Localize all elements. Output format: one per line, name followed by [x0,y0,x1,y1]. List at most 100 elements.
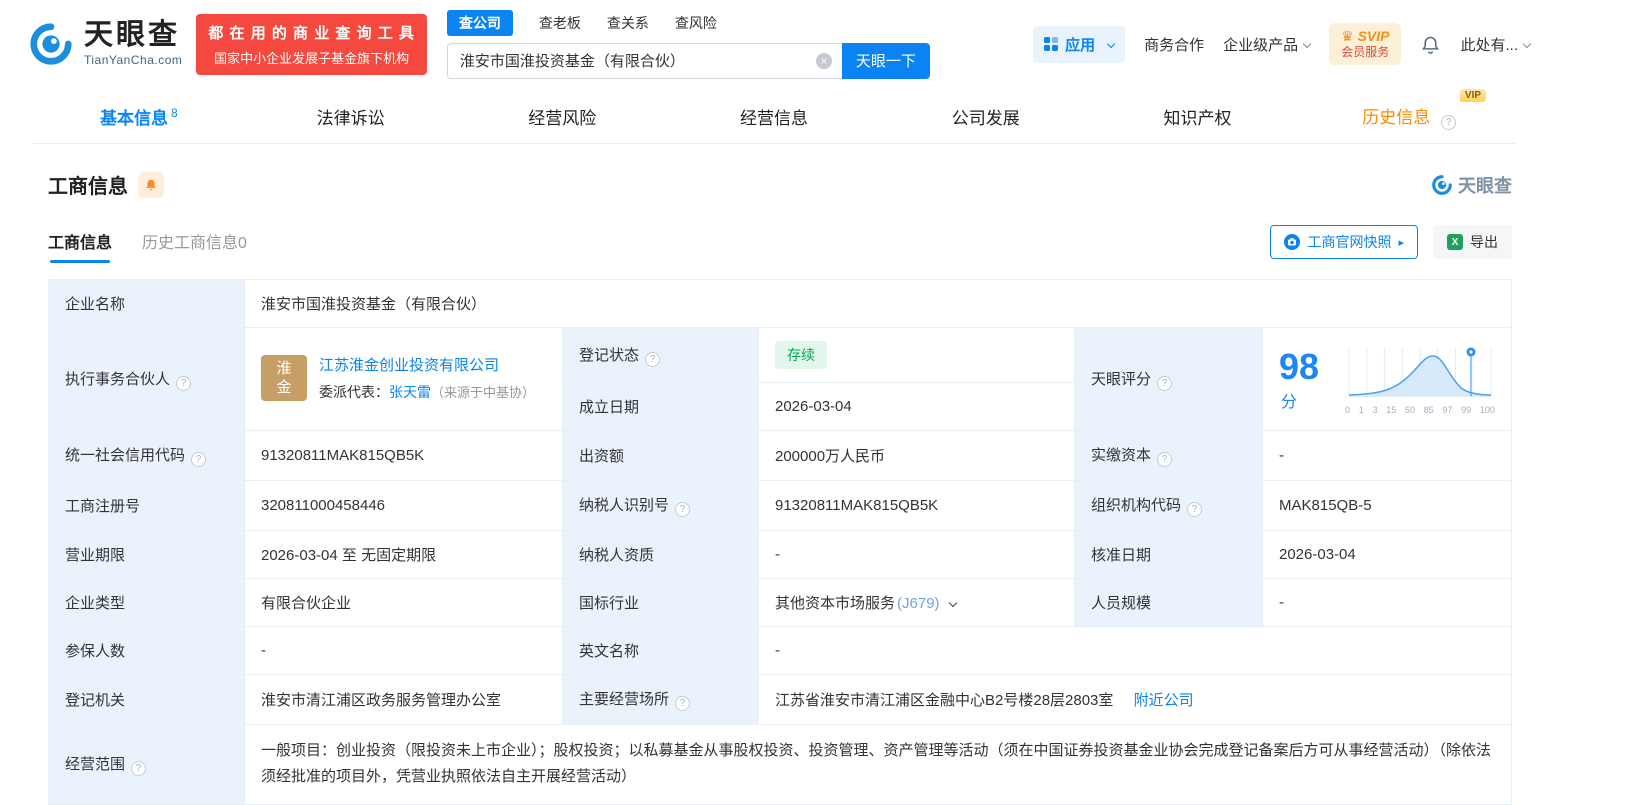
chevron-down-icon [1522,39,1532,49]
help-icon[interactable]: ? [131,760,147,776]
search-tab-risk[interactable]: 查风险 [675,13,717,33]
field-label-english-name: 英文名称 [562,626,759,675]
field-value-establish-date: 2026-03-04 [758,382,1075,431]
table-row: 经营范围? 一般项目：创业投资（限投资未上市企业）；股权投资；以私募基金从事股权… [48,724,1512,805]
apps-menu[interactable]: 应用 [1033,25,1126,63]
help-icon[interactable]: ? [1157,452,1173,467]
table-row: 企业名称 淮安市国淮投资基金（有限合伙） [48,279,1512,328]
nearby-companies-link[interactable]: 附近公司 [1134,692,1194,709]
tab-basic-info[interactable]: 基本信息 8 [33,104,245,129]
subtab-row: 工商信息 历史工商信息0 工商官网快照 ▸ X 导出 [48,225,1512,263]
score-curve-chart [1348,347,1492,396]
monitor-bell-button[interactable] [138,171,164,198]
score-axis-labels: 0 1 3 15 50 85 97 99 100 [1345,404,1495,415]
field-label-approval-date: 核准日期 [1074,530,1263,579]
notification-bell-icon[interactable] [1420,34,1441,55]
basic-info-count: 8 [171,106,178,121]
help-icon[interactable]: ? [1187,502,1203,517]
enterprise-products-link[interactable]: 企业级产品 [1223,34,1312,55]
field-label-registration-status: 登记状态? [562,327,759,383]
partner-representative: 委派代表：张天雷（来源于中基协） [319,383,536,400]
search-input[interactable] [446,42,842,79]
field-label-staff-size: 人员规模 [1074,578,1263,627]
help-icon[interactable]: ? [645,351,661,367]
search-tab-boss[interactable]: 查老板 [539,13,581,33]
table-row: 登记机关 淮安市清江浦区政务服务管理办公室 主要经营场所? 江苏省淮安市清江浦区… [48,674,1512,725]
help-icon[interactable]: ? [1157,375,1173,391]
help-icon[interactable]: ? [191,452,207,467]
search-tab-company[interactable]: 查公司 [446,9,513,36]
promo-banner[interactable]: 都 在 用 的 商 业 查 询 工 具 国家中小企业发展子基金旗下机构 [196,13,427,75]
field-value-registration-status: 存续 [758,327,1075,383]
official-snapshot-button[interactable]: 工商官网快照 ▸ [1270,225,1418,259]
field-label-executive-partner: 执行事务合伙人? [48,327,245,431]
tab-company-development[interactable]: 公司发展 [880,104,1092,129]
field-value-reg-authority: 淮安市清江浦区政务服务管理办公室 [244,674,563,725]
tianyan-score-value: 98分 [1279,346,1320,411]
account-menu[interactable]: 此处有... [1460,34,1532,55]
field-value-insured-count: - [244,626,563,675]
field-label-business-scope: 经营范围? [48,724,245,805]
tab-operating-risk[interactable]: 经营风险 [456,104,668,129]
clear-search-icon[interactable]: × [815,52,832,69]
excel-icon: X [1447,234,1463,250]
partner-avatar[interactable]: 淮金 [261,355,307,402]
tab-operating-info[interactable]: 经营信息 [668,104,880,129]
field-value-org-code: MAK815QB-5 [1262,480,1512,531]
tianyancha-logo-icon [30,23,72,65]
apps-grid-icon [1044,37,1059,51]
primary-nav: 基本信息 8 法律诉讼 经营风险 经营信息 公司发展 知识产权 VIP 历史信息 … [33,89,1515,144]
help-icon[interactable]: ? [176,375,192,391]
partner-company-link[interactable]: 江苏淮金创业投资有限公司 [319,357,499,374]
svip-membership-button[interactable]: ♛ SVIP 会员服务 [1329,22,1402,66]
tab-legal-proceedings[interactable]: 法律诉讼 [245,104,457,129]
field-value-english-name: - [758,626,1512,675]
field-value-capital: 200000万人民币 [758,430,1075,481]
field-label-tianyan-score: 天眼评分? [1074,327,1263,431]
section-title: 工商信息 [48,176,128,198]
field-label-paid-capital: 实缴资本? [1074,430,1263,481]
bell-icon [146,179,156,190]
field-value-approval-date: 2026-03-04 [1262,530,1512,579]
field-value-company-type: 有限合伙企业 [244,578,563,627]
field-value-industry: 其他资本市场服务 (J679) [758,578,1075,627]
field-label-org-code: 组织机构代码? [1074,480,1263,531]
section-header: 工商信息 天眼查 [48,170,1512,199]
help-icon[interactable]: ? [675,696,691,711]
field-label-credit-code: 统一社会信用代码? [48,430,245,481]
tab-intellectual-property[interactable]: 知识产权 [1092,104,1304,129]
search-button[interactable]: 天眼一下 [841,42,930,79]
field-value-reg-number: 320811000458446 [244,480,563,531]
field-value-taxpayer-quality: - [758,530,1075,579]
table-row: 工商注册号 320811000458446 纳税人识别号? 91320811MA… [48,480,1512,531]
tab-history-info[interactable]: VIP 历史信息 ? [1303,89,1515,130]
field-value-taxpayer-id: 91320811MAK815QB5K [758,480,1075,531]
chevron-down-icon [1302,39,1312,49]
header-right: 应用 商务合作 企业级产品 ♛ SVIP 会员服务 此处有... [1033,22,1532,66]
subtab-business-info[interactable]: 工商信息 [48,229,112,263]
field-label-reg-authority: 登记机关 [48,674,245,725]
field-label-insured-count: 参保人数 [48,626,245,675]
chevron-down-icon[interactable] [948,598,957,608]
watermark-logo: 天眼查 [1431,172,1512,198]
field-value-business-scope: 一般项目：创业投资（限投资未上市企业）；股权投资；以私募基金从事股权投资、投资管… [244,724,1512,805]
business-cooperation-link[interactable]: 商务合作 [1144,34,1204,55]
export-button[interactable]: X 导出 [1433,225,1512,259]
field-label-taxpayer-id: 纳税人识别号? [562,480,759,531]
help-icon[interactable]: ? [675,502,691,517]
tianyancha-logo[interactable]: 天眼查 TianYanCha.com [28,21,182,67]
svip-subtitle: 会员服务 [1341,45,1390,60]
search-row: × 天眼一下 [446,42,930,79]
industry-code: (J679) [897,595,940,612]
field-label-reg-number: 工商注册号 [48,480,245,531]
search-tab-relation[interactable]: 查关系 [607,13,649,33]
subtab-history-business-info[interactable]: 历史工商信息0 [142,229,247,263]
subtab-actions: 工商官网快照 ▸ X 导出 [1270,225,1512,263]
representative-link[interactable]: 张天雷 [389,384,431,400]
field-value-paid-capital: - [1262,430,1512,481]
table-row: 营业期限 2026-03-04 至 无固定期限 纳税人资质 - 核准日期 202… [48,530,1512,579]
table-row: 执行事务合伙人? 淮金 江苏淮金创业投资有限公司 委派代表：张天雷（来源于中基协… [48,327,1512,431]
apps-label: 应用 [1065,36,1096,54]
help-icon[interactable]: ? [1441,115,1457,130]
field-value-executive-partner: 淮金 江苏淮金创业投资有限公司 委派代表：张天雷（来源于中基协） [244,327,563,431]
